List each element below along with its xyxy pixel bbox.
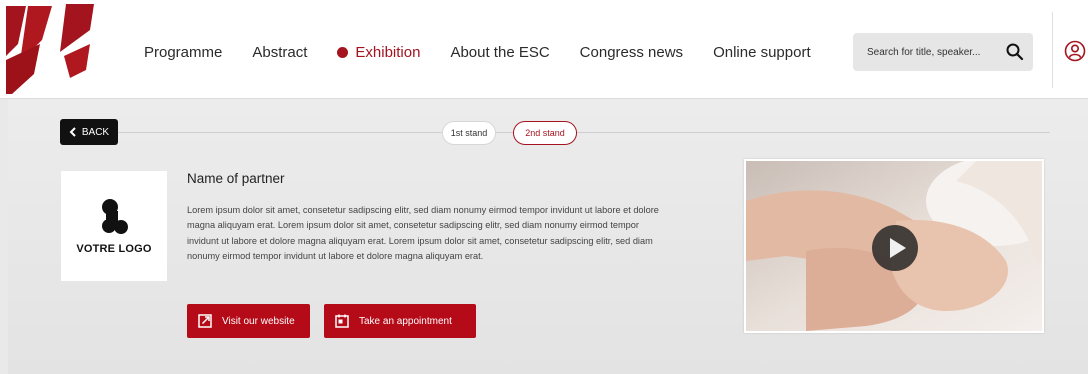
nav-programme[interactable]: Programme <box>144 44 222 61</box>
nav-online-support[interactable]: Online support <box>713 44 811 61</box>
header-divider <box>1052 12 1053 88</box>
chevron-left-icon <box>69 127 76 137</box>
nav-label: Exhibition <box>355 44 421 61</box>
partner-logo: VOTRE LOGO <box>61 171 167 281</box>
visit-website-label: Visit our website <box>222 315 295 327</box>
stand-label: 2nd stand <box>525 128 565 138</box>
video-player[interactable] <box>744 159 1044 333</box>
user-icon[interactable] <box>1064 40 1086 62</box>
stand-label: 1st stand <box>450 128 488 138</box>
external-link-icon <box>198 314 212 328</box>
header: Programme Abstract Exhibition About the … <box>0 0 1088 99</box>
search-input[interactable] <box>865 45 999 59</box>
divider-line <box>118 132 442 133</box>
search-icon[interactable] <box>1005 42 1025 62</box>
take-appointment-label: Take an appointment <box>359 315 452 327</box>
play-icon[interactable] <box>872 225 918 271</box>
nav-label: Abstract <box>252 44 308 61</box>
search-box <box>853 33 1033 71</box>
calendar-icon <box>335 314 349 328</box>
nav-abstract[interactable]: Abstract <box>252 44 307 61</box>
partner-logo-mark-icon <box>102 199 128 234</box>
nav-congress-news[interactable]: Congress news <box>580 44 683 61</box>
main-nav: Programme Abstract Exhibition About the … <box>144 44 841 61</box>
nav-label: Congress news <box>579 44 684 61</box>
stand-2-tab[interactable]: 2nd stand <box>513 121 577 145</box>
nav-exhibition[interactable]: Exhibition <box>337 44 420 61</box>
nav-label: Programme <box>144 44 223 61</box>
nav-about-esc[interactable]: About the ESC <box>450 44 549 61</box>
active-dot-icon <box>337 47 349 58</box>
divider-line <box>575 132 1050 133</box>
back-button[interactable]: BACK <box>60 119 118 145</box>
partner-name: Name of partner <box>187 171 285 186</box>
partner-logo-text: VOTRE LOGO <box>76 243 152 255</box>
back-label: BACK <box>81 126 110 138</box>
nav-label: Online support <box>713 44 811 61</box>
esc-logo[interactable] <box>6 4 96 96</box>
nav-label: About the ESC <box>450 44 550 61</box>
partner-description: Lorem ipsum dolor sit amet, consetetur s… <box>187 205 659 261</box>
stand-1-tab[interactable]: 1st stand <box>442 121 496 145</box>
visit-website-button[interactable]: Visit our website <box>187 304 310 338</box>
divider-line <box>494 132 513 133</box>
take-appointment-button[interactable]: Take an appointment <box>324 304 476 338</box>
